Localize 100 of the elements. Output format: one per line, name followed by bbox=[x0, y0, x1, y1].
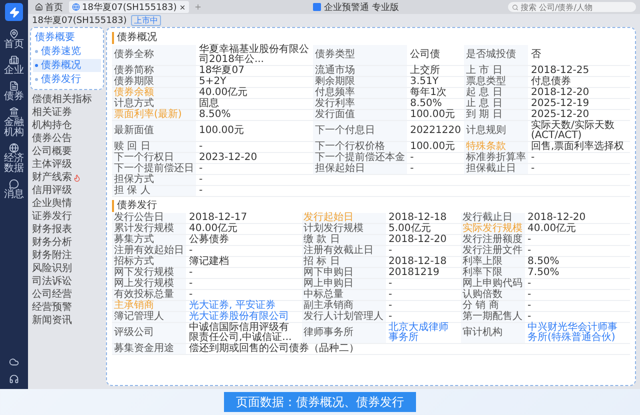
field-label: 募集方式 bbox=[112, 234, 186, 246]
menu-item[interactable]: 经营预警 bbox=[30, 301, 104, 314]
field-label: 下一个提前偿还日 bbox=[112, 164, 196, 174]
bank-icon bbox=[9, 107, 19, 117]
menu-item[interactable]: 风险识别 bbox=[30, 262, 104, 275]
field-value: 上交所 bbox=[407, 66, 464, 76]
field-value: - bbox=[524, 290, 630, 300]
bullet-icon bbox=[35, 64, 38, 67]
field-label: 利率上限 bbox=[460, 256, 525, 268]
field-label: 债券期限 bbox=[112, 76, 196, 88]
nav-item[interactable]: 经济数据 bbox=[0, 142, 28, 175]
field-label: 计息方式 bbox=[112, 98, 196, 110]
field-value: - bbox=[196, 142, 314, 152]
field-label: 评级公司 bbox=[112, 322, 186, 344]
menu-item[interactable]: 财务附注 bbox=[30, 249, 104, 262]
menu-item[interactable]: 司法诉讼 bbox=[30, 275, 104, 288]
field-value: 20221220 bbox=[407, 120, 464, 142]
nav-item[interactable]: 金融机构 bbox=[0, 106, 28, 139]
menu-item[interactable]: 公司经营 bbox=[30, 288, 104, 301]
globe-icon bbox=[9, 143, 19, 153]
field-label: 特殊条款 bbox=[464, 142, 528, 152]
field-label: 债券类型 bbox=[313, 45, 408, 66]
field-value: - bbox=[524, 278, 630, 290]
menu-item[interactable]: 公司概要 bbox=[30, 145, 104, 158]
field-link[interactable]: 北京大成律师事务所 bbox=[386, 322, 461, 344]
field-label: 付息频率 bbox=[313, 88, 408, 98]
menu-item[interactable]: 财产线索 bbox=[30, 171, 104, 184]
field-label: 律师事务所 bbox=[302, 322, 386, 344]
nav-item[interactable]: 消息 bbox=[0, 178, 28, 201]
field-value: 偿还到期或回售的公司债券（品种二） bbox=[186, 344, 630, 354]
field-value: 8.50% bbox=[524, 256, 630, 268]
menu-item[interactable]: 信用评级 bbox=[30, 184, 104, 197]
field-label: 发行截止日 bbox=[460, 213, 525, 224]
field-label: 止 息 日 bbox=[464, 98, 528, 110]
app-icon bbox=[312, 3, 321, 11]
menu-item[interactable]: 债券发行 bbox=[33, 73, 101, 86]
field-link[interactable]: 中兴财光华会计师事务所(特殊普通合伙) bbox=[524, 322, 630, 344]
menu-item[interactable]: 新闻资讯 bbox=[30, 314, 104, 327]
field-label: 下一个提前偿还本金 bbox=[313, 152, 408, 164]
field-value: 20181219 bbox=[386, 268, 461, 278]
field-value: 100.00元 bbox=[407, 110, 464, 120]
chat-icon bbox=[9, 179, 19, 189]
field-value: - bbox=[186, 246, 302, 256]
field-value: 8.50% bbox=[407, 98, 464, 110]
field-label: 下一个行权价格 bbox=[313, 142, 408, 152]
field-label: 招 标 日 bbox=[302, 256, 386, 268]
tab[interactable]: 18华夏07(SH155183) bbox=[69, 1, 189, 13]
menu-item[interactable]: 证券发行 bbox=[30, 210, 104, 223]
menu-item[interactable]: 债券公告 bbox=[30, 132, 104, 145]
tab[interactable]: 首页 bbox=[32, 1, 66, 13]
menu-item[interactable]: 企业舆情 bbox=[30, 197, 104, 210]
field-value: 2018-12-20 bbox=[524, 213, 630, 224]
nav-item[interactable]: 企业 bbox=[0, 54, 28, 77]
field-value: - bbox=[528, 152, 630, 164]
field-value: 付息债券 bbox=[528, 76, 630, 88]
field-label: 招标方式 bbox=[112, 256, 186, 268]
field-link[interactable]: 光大证券股份有限公司 bbox=[186, 312, 302, 322]
search-icon bbox=[512, 4, 518, 10]
field-value: 固息 bbox=[196, 98, 314, 110]
menu-item[interactable]: 偿债相关指标 bbox=[30, 93, 104, 106]
menu-item[interactable]: 债券概况 bbox=[33, 59, 101, 72]
field-value: - bbox=[386, 300, 461, 312]
field-value: - bbox=[186, 278, 302, 290]
status-tag: 上市中 bbox=[130, 15, 161, 26]
menu-item[interactable]: 财务分析 bbox=[30, 236, 104, 249]
search-field[interactable]: 搜索 公司/债券/人物 bbox=[508, 2, 636, 12]
field-value: - bbox=[386, 246, 461, 256]
field-label: 发行面值 bbox=[313, 110, 408, 120]
menu-item[interactable]: 相关证券 bbox=[30, 106, 104, 119]
field-value: 2025-12-20 bbox=[528, 110, 630, 120]
field-label: 注册有效截止日 bbox=[302, 246, 386, 256]
field-label: 注册有效起始日 bbox=[112, 246, 186, 256]
field-label: 担 保 人 bbox=[112, 186, 196, 196]
field-value: 5+2Y bbox=[196, 76, 314, 88]
headset-icon[interactable] bbox=[7, 372, 21, 386]
bullet-icon bbox=[35, 50, 38, 53]
nav-item[interactable]: 首页 bbox=[0, 28, 28, 51]
menu-item[interactable]: 财务报表 bbox=[30, 223, 104, 236]
field-link[interactable]: 光大证券, 平安证券 bbox=[186, 300, 302, 312]
field-value: 40.00亿元 bbox=[196, 88, 314, 98]
field-value: - bbox=[407, 164, 464, 174]
field-value: 中诚信国际信用评级有限责任公司,中诚信证... bbox=[186, 322, 302, 344]
field-label: 发行利率 bbox=[313, 98, 408, 110]
menu-item[interactable]: 主体评级 bbox=[30, 158, 104, 171]
field-value: - bbox=[407, 152, 464, 164]
field-value: 40.00亿元 bbox=[524, 224, 630, 234]
menu-item[interactable]: 债券速览 bbox=[33, 45, 101, 58]
field-label: 计划发行规模 bbox=[302, 224, 386, 234]
field-value: 7.50% bbox=[524, 268, 630, 278]
field-value: 公司债 bbox=[407, 45, 464, 66]
nav-item[interactable]: 债券 bbox=[0, 80, 28, 103]
field-value: - bbox=[386, 278, 461, 290]
menu-item[interactable]: 机构持仓 bbox=[30, 119, 104, 132]
close-icon[interactable] bbox=[178, 4, 186, 10]
field-label: 是否城投债 bbox=[464, 45, 528, 66]
menu-title: 债券概要 bbox=[34, 31, 76, 44]
logo-icon[interactable] bbox=[5, 3, 23, 21]
field-label: 实际发行规模 bbox=[460, 224, 525, 234]
field-label: 债券全称 bbox=[112, 45, 196, 66]
field-label: 网上申购日 bbox=[302, 278, 386, 290]
